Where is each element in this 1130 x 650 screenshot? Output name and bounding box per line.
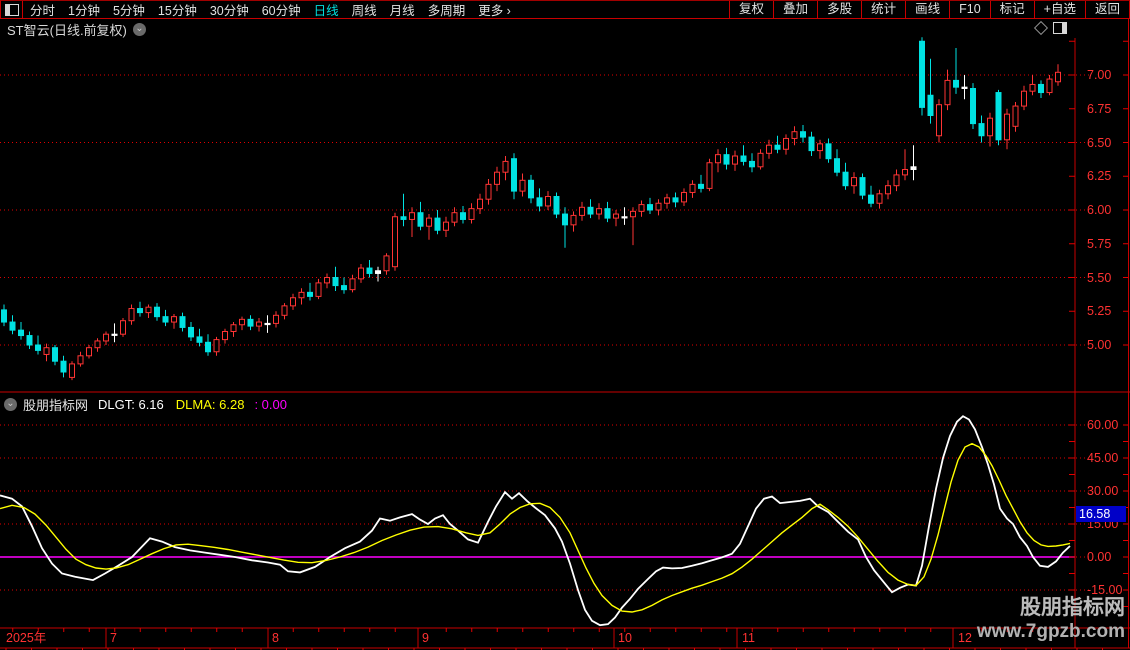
indicator-tick-label: 0.00 bbox=[1087, 550, 1111, 564]
price-tick-label: 5.00 bbox=[1087, 338, 1111, 352]
menu-item-period-3[interactable]: 15分钟 bbox=[158, 0, 197, 19]
menu-item-tool-2[interactable]: 多股 bbox=[817, 1, 861, 18]
window-split-button[interactable] bbox=[1, 1, 23, 18]
menu-item-tool-4[interactable]: 画线 bbox=[905, 1, 949, 18]
month-label: 7 bbox=[110, 631, 117, 645]
menu-item-period-4[interactable]: 30分钟 bbox=[210, 0, 249, 19]
watermark-site-name: 股朋指标网 bbox=[977, 596, 1125, 620]
menu-item-period-6[interactable]: 日线 bbox=[314, 0, 339, 19]
menu-item-tool-0[interactable]: 复权 bbox=[729, 1, 773, 18]
month-label: 10 bbox=[618, 631, 632, 645]
tool-menu-right: 复权叠加多股统计画线F10标记+自选返回 bbox=[729, 1, 1129, 18]
menu-item-period-5[interactable]: 60分钟 bbox=[262, 0, 301, 19]
menu-item-period-10[interactable]: 更多 › bbox=[478, 0, 511, 19]
menu-item-tool-7[interactable]: +自选 bbox=[1034, 1, 1085, 18]
latest-value-badge: 16.58 bbox=[1076, 506, 1126, 522]
menu-item-tool-5[interactable]: F10 bbox=[949, 1, 990, 18]
indicator-tick-label: 60.00 bbox=[1087, 418, 1118, 432]
window-split-icon bbox=[5, 4, 19, 16]
menu-item-period-9[interactable]: 多周期 bbox=[428, 0, 466, 19]
menu-item-period-1[interactable]: 1分钟 bbox=[68, 0, 100, 19]
indicator-lines bbox=[0, 416, 1070, 625]
price-tick-label: 7.00 bbox=[1087, 68, 1111, 82]
indicator-chevron-down-icon[interactable]: ⌄ bbox=[4, 398, 17, 411]
dlma-line bbox=[0, 444, 1070, 612]
date-strip-marks bbox=[6, 628, 1103, 650]
price-tick-label: 6.00 bbox=[1087, 203, 1111, 217]
indicator-header: ⌄ 股朋指标网 DLGT: 6.16 DLMA: 6.28 : 0.00 bbox=[4, 395, 287, 414]
dlgt-value-label: DLGT: 6.16 bbox=[98, 397, 164, 412]
watermark: 股朋指标网 www.7gpzb.com bbox=[977, 596, 1125, 643]
layout-split-icon[interactable] bbox=[1053, 22, 1067, 34]
month-label: 12 bbox=[958, 631, 972, 645]
price-tick-label: 5.50 bbox=[1087, 271, 1111, 285]
candles-group bbox=[2, 37, 1061, 380]
menu-item-period-2[interactable]: 5分钟 bbox=[113, 0, 145, 19]
diamond-icon[interactable] bbox=[1034, 21, 1048, 35]
menu-item-period-7[interactable]: 周线 bbox=[352, 0, 377, 19]
price-tick-label: 5.25 bbox=[1087, 304, 1111, 318]
watermark-site-url: www.7gpzb.com bbox=[977, 620, 1125, 643]
menu-item-tool-8[interactable]: 返回 bbox=[1085, 1, 1129, 18]
indicator-tick-label: -15.00 bbox=[1087, 583, 1122, 597]
period-menu-bar: 分时 1分钟 5分钟 15分钟 30分钟 60分钟日线周线月线多周期更多 › 复权叠加多股… bbox=[0, 0, 1130, 19]
frame-lines bbox=[0, 18, 1130, 648]
grid-lines bbox=[0, 75, 1090, 590]
indicator-source-label: 股朋指标网 bbox=[23, 395, 88, 414]
menu-item-tool-6[interactable]: 标记 bbox=[990, 1, 1034, 18]
title-right-icons bbox=[1036, 22, 1067, 34]
menu-item-period-0[interactable]: 分时 bbox=[30, 0, 55, 19]
title-bar: ST智云(日线.前复权) ⌄ bbox=[7, 20, 146, 39]
indicator-extra-value: : 0.00 bbox=[254, 397, 287, 412]
month-label: 11 bbox=[742, 631, 755, 645]
month-label: 9 bbox=[422, 631, 429, 645]
dlma-value-label: DLMA: 6.28 bbox=[176, 397, 245, 412]
month-label: 8 bbox=[272, 631, 279, 645]
menu-item-period-8[interactable]: 月线 bbox=[390, 0, 415, 19]
dlgt-line bbox=[0, 416, 1070, 625]
year-label: 2025年 bbox=[6, 631, 46, 645]
price-tick-label: 6.75 bbox=[1087, 102, 1111, 116]
period-menu-left: 分时 1分钟 5分钟 15分钟 30分钟 60分钟日线周线月线多周期更多 › bbox=[30, 0, 524, 19]
menu-item-tool-3[interactable]: 统计 bbox=[861, 1, 905, 18]
indicator-tick-label: 45.00 bbox=[1087, 451, 1118, 465]
menu-item-tool-1[interactable]: 叠加 bbox=[773, 1, 817, 18]
chevron-down-icon[interactable]: ⌄ bbox=[133, 23, 146, 36]
price-tick-label: 6.25 bbox=[1087, 169, 1111, 183]
app-window: 分时 1分钟 5分钟 15分钟 30分钟 60分钟日线周线月线多周期更多 › 复权叠加多股… bbox=[0, 0, 1130, 650]
indicator-tick-label: 30.00 bbox=[1087, 484, 1118, 498]
chart-canvas bbox=[0, 0, 1130, 650]
price-tick-label: 5.75 bbox=[1087, 237, 1111, 251]
page-title: ST智云(日线.前复权) bbox=[7, 20, 127, 39]
price-tick-label: 6.50 bbox=[1087, 136, 1111, 150]
